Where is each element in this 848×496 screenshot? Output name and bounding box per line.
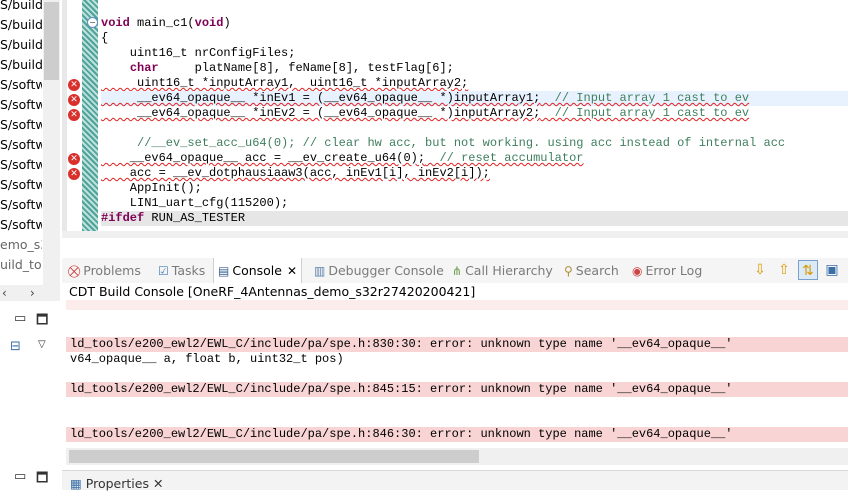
explorer-vertical-scrollbar[interactable] (43, 0, 60, 285)
console-horizontal-scrollbar[interactable] (66, 448, 848, 465)
view-tab-bar: ⛒ Problems ☑ Tasks ▤ Console ✕ ▥ Debugger Con… (62, 258, 848, 283)
tree-item[interactable]: S/build_ (0, 55, 42, 75)
explorer-horizontal-scrollbar[interactable]: ‹ › (0, 285, 60, 301)
code-line: char platName[8], feName[8], testFlag[6]… (129, 61, 454, 75)
console-line: v64_opaque__ a, float b, uint32_t pos) (70, 352, 344, 366)
error-log-icon: ◉ (632, 264, 643, 278)
tree-item[interactable]: S/build_ (0, 35, 42, 55)
tab-tasks[interactable]: ☑ Tasks (158, 258, 205, 283)
console-error-line: ld_tools/e200_ewl2/EWL_C/include/pa/spe.… (66, 337, 848, 352)
collapse-all-icon[interactable]: ⊟ (10, 340, 21, 354)
call-hierarchy-icon: ⋔ (452, 264, 463, 278)
minimize-icon[interactable]: ▭ (14, 312, 26, 326)
code-line-preprocessor: #ifdef RUN_AS_TESTER (101, 211, 848, 226)
scroll-lock-down-icon[interactable]: ⇩ (750, 260, 770, 280)
code-line-current: __ev64_opaque__ *inEv1 = (__ev64_opaque_… (101, 91, 848, 106)
tree-item[interactable]: uild_too (0, 255, 42, 275)
tab-search[interactable]: ⚲ Search (564, 258, 619, 283)
left-view-toolbar: ▭ 🗖 ⊟ ▽ ▭ 🗖 (0, 302, 62, 489)
tab-call-hierarchy[interactable]: ⋔ Call Hierarchy (452, 258, 553, 283)
code-line: acc = __ev_dotphausiaaw3(acc, inEv1[i], … (101, 166, 490, 180)
tree-item[interactable]: S/softw (0, 95, 42, 115)
console-line-partial (66, 300, 848, 310)
maximize-icon[interactable]: 🗖 (36, 314, 48, 328)
error-marker-icon[interactable]: ✕ (68, 109, 80, 121)
view-menu-icon[interactable]: ▽ (38, 338, 46, 352)
console-error-line: ld_tools/e200_ewl2/EWL_C/include/pa/spe.… (66, 427, 848, 442)
search-icon: ⚲ (564, 264, 573, 278)
code-line: AppInit(); (101, 181, 202, 195)
tree-item[interactable]: S/softw (0, 215, 42, 235)
console-error-line: ld_tools/e200_ewl2/EWL_C/include/pa/spe.… (66, 382, 848, 397)
console-output[interactable]: ld_tools/e200_ewl2/EWL_C/include/pa/spe.… (66, 300, 848, 448)
code-line: { (101, 31, 109, 45)
tree-item[interactable]: S/softw (0, 175, 42, 195)
fold-collapse-icon[interactable]: − (87, 17, 98, 28)
change-history-ruler (82, 0, 98, 231)
scroll-right-icon[interactable]: › (30, 285, 35, 301)
code-line: void main_c1(void) (101, 16, 231, 30)
properties-view: ▦ Properties ✕ (62, 470, 848, 491)
error-marker-icon[interactable]: ✕ (68, 94, 80, 106)
tab-problems[interactable]: ⛒ Problems (68, 258, 141, 283)
code-line: uint16_t nrConfigFiles; (101, 46, 296, 60)
tab-console[interactable]: ▤ Console ✕ (213, 258, 303, 283)
project-explorer: S/build_ S/build_ S/build_ S/build_ S/so… (0, 0, 62, 489)
code-line-comment: //__ev_set_acc_u64(0); // clear hw acc, … (101, 136, 786, 150)
error-marker-icon[interactable]: ✕ (68, 79, 80, 91)
tree-item[interactable]: S/softw (0, 155, 42, 175)
tab-debugger-console[interactable]: ▥ Debugger Console (314, 258, 444, 283)
problems-icon: ⛒ (68, 264, 81, 278)
tab-properties[interactable]: ▦ Properties ✕ (70, 471, 163, 491)
code-line: LIN1_uart_cfg(115200); (101, 196, 289, 210)
code-editor[interactable]: void main_c1(void) { uint16_t nrConfigFi… (101, 0, 848, 231)
error-marker-icon[interactable]: ✕ (68, 168, 80, 180)
tree-item[interactable]: S/softw (0, 115, 42, 135)
tab-error-log[interactable]: ◉ Error Log (632, 258, 702, 283)
console-title: CDT Build Console [OneRF_4Antennas_demo_… (62, 283, 848, 300)
tree-item[interactable]: emo_s32 (0, 235, 42, 255)
pin-console-icon[interactable]: ⇅ (798, 260, 818, 280)
console-icon: ▤ (218, 264, 230, 278)
code-line: uint16_t *inputArray1, uint16_t *inputAr… (101, 76, 469, 90)
scroll-lock-up-icon[interactable]: ⇧ (774, 260, 794, 280)
minimize-icon[interactable]: ▭ (14, 470, 26, 484)
debugger-console-icon: ▥ (314, 264, 326, 278)
maximize-icon[interactable]: 🗖 (36, 472, 48, 486)
scroll-left-icon[interactable]: ‹ (2, 285, 7, 301)
tasks-icon: ☑ (158, 264, 169, 278)
error-marker-icon[interactable]: ✕ (68, 153, 80, 165)
tree-item[interactable]: S/softw (0, 195, 42, 215)
tree-item[interactable]: S/softw (0, 75, 42, 95)
editor-horizontal-scrollbar[interactable] (62, 231, 848, 238)
code-line: __ev64_opaque__ acc = __ev_create_u64(0)… (101, 151, 584, 165)
tree-item[interactable]: S/build_ (0, 15, 42, 35)
explorer-tree: S/build_ S/build_ S/build_ S/build_ S/so… (0, 0, 42, 285)
code-line: __ev64_opaque__ *inEv2 = (__ev64_opaque_… (101, 106, 750, 120)
display-console-icon[interactable]: ▣ (822, 260, 842, 280)
tree-item[interactable]: S/build_ (0, 0, 42, 15)
close-icon[interactable]: ✕ (287, 264, 297, 278)
scroll-thumb[interactable] (69, 450, 479, 463)
scroll-thumb[interactable] (44, 2, 59, 80)
tree-item[interactable]: S/softw (0, 135, 42, 155)
